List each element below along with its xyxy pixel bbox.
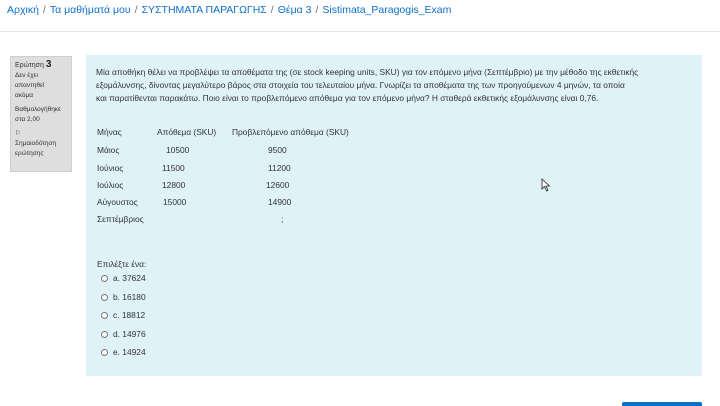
question-grade: Βαθμολογήθηκε bbox=[15, 106, 61, 113]
answer-option-label[interactable]: e. 14924 bbox=[113, 347, 146, 357]
answer-option-a[interactable]: a. 37624 bbox=[101, 272, 146, 284]
table-cell-forecast: 12600 bbox=[266, 180, 290, 190]
table-cell-forecast: 9500 bbox=[268, 145, 287, 155]
table-cell-month: Ιούλιος bbox=[97, 180, 124, 190]
breadcrumb-separator: / bbox=[42, 4, 46, 16]
table-cell-stock: 12800 bbox=[162, 180, 186, 190]
question-state: Δεν έχει bbox=[15, 72, 38, 79]
table-cell-forecast: ; bbox=[281, 214, 284, 224]
next-page-button[interactable] bbox=[622, 402, 702, 406]
table-cell-month: Σεπτέμβριος bbox=[97, 214, 144, 224]
breadcrumb-my-courses[interactable]: Τα μαθήματά μου bbox=[50, 4, 131, 16]
breadcrumb-separator: / bbox=[315, 4, 319, 16]
question-number-value: 3 bbox=[45, 59, 52, 70]
breadcrumb-home[interactable]: Αρχική bbox=[7, 4, 39, 16]
question-info-panel: Ερώτηση 3 Δεν έχει απαντηθεί ακόμα Βαθμο… bbox=[10, 56, 72, 172]
header-divider bbox=[0, 31, 720, 32]
breadcrumb-separator: / bbox=[270, 4, 274, 16]
breadcrumb: Αρχική / Τα μαθήματά μου / ΣΥΣΤΗΜΑΤΑ ΠΑΡΑΓΩΓ… bbox=[7, 4, 451, 20]
question-state: ακόμα bbox=[15, 92, 34, 99]
table-cell-month: Αύγουστος bbox=[97, 197, 138, 207]
radio-button[interactable] bbox=[101, 311, 108, 319]
flag-question-text[interactable]: ερώτησης bbox=[15, 149, 67, 159]
radio-button[interactable] bbox=[101, 330, 108, 338]
breadcrumb-course[interactable]: ΣΥΣΤΗΜΑΤΑ ΠΑΡΑΓΩΓΗΣ bbox=[142, 4, 267, 16]
answer-option-c[interactable]: c. 18812 bbox=[101, 309, 145, 321]
table-cell-stock: 11500 bbox=[162, 163, 185, 173]
table-cell-stock: 10500 bbox=[166, 145, 190, 155]
answer-option-label[interactable]: b. 16180 bbox=[113, 292, 146, 302]
question-text-line: εξομάλυνσης, δίνοντας μεγαλύτερο βάρος σ… bbox=[96, 80, 625, 90]
breadcrumb-topic[interactable]: Θέμα 3 bbox=[278, 4, 312, 16]
answer-option-label[interactable]: a. 37624 bbox=[113, 273, 146, 283]
question-label: Ερώτηση bbox=[15, 62, 44, 69]
breadcrumb-separator: / bbox=[134, 4, 138, 16]
table-cell-month: Ιούνιος bbox=[97, 163, 124, 173]
radio-button[interactable] bbox=[101, 274, 108, 282]
answer-option-b[interactable]: b. 16180 bbox=[101, 291, 146, 303]
answer-option-label[interactable]: c. 18812 bbox=[113, 310, 145, 320]
radio-button[interactable] bbox=[101, 348, 108, 356]
table-cell-forecast: 14900 bbox=[268, 197, 292, 207]
question-state: απαντηθεί bbox=[15, 82, 45, 89]
table-cell-forecast: 11200 bbox=[268, 163, 291, 173]
question-number: Ερώτηση 3 bbox=[15, 60, 67, 71]
mouse-cursor-icon bbox=[541, 178, 551, 192]
table-header-stock: Απόθεμα (SKU) bbox=[157, 127, 217, 137]
radio-button[interactable] bbox=[101, 293, 108, 301]
question-grade: στα 2,00 bbox=[15, 116, 40, 123]
table-header-month: Μήνας bbox=[97, 127, 122, 137]
table-cell-month: Μάιος bbox=[97, 145, 120, 155]
answer-option-e[interactable]: e. 14924 bbox=[101, 346, 146, 358]
answer-option-label[interactable]: d. 14976 bbox=[113, 329, 146, 339]
question-text-line: και παρατίθενται παρακάτω. Ποιο είναι το… bbox=[96, 93, 599, 103]
answer-option-d[interactable]: d. 14976 bbox=[101, 328, 146, 340]
table-cell-stock: 15000 bbox=[163, 197, 187, 207]
flag-question-link[interactable]: ⚐ bbox=[15, 129, 67, 139]
answer-prompt: Επιλέξτε ένα: bbox=[97, 259, 147, 269]
question-text-line: Μία αποθήκη θέλει να προβλέψει τα αποθέμ… bbox=[96, 67, 639, 77]
breadcrumb-quiz[interactable]: Sistimata_Paragogis_Exam bbox=[322, 4, 451, 16]
flag-icon[interactable]: ⚐ bbox=[15, 130, 21, 137]
question-text: Μία αποθήκη θέλει να προβλέψει τα αποθέμ… bbox=[96, 66, 696, 105]
table-header-forecast: Προβλεπόμενο απόθεμα (SKU) bbox=[232, 127, 349, 137]
question-content: Μία αποθήκη θέλει να προβλέψει τα αποθέμ… bbox=[86, 55, 702, 376]
flag-question-text[interactable]: Σημαιοδότηση bbox=[15, 139, 67, 149]
